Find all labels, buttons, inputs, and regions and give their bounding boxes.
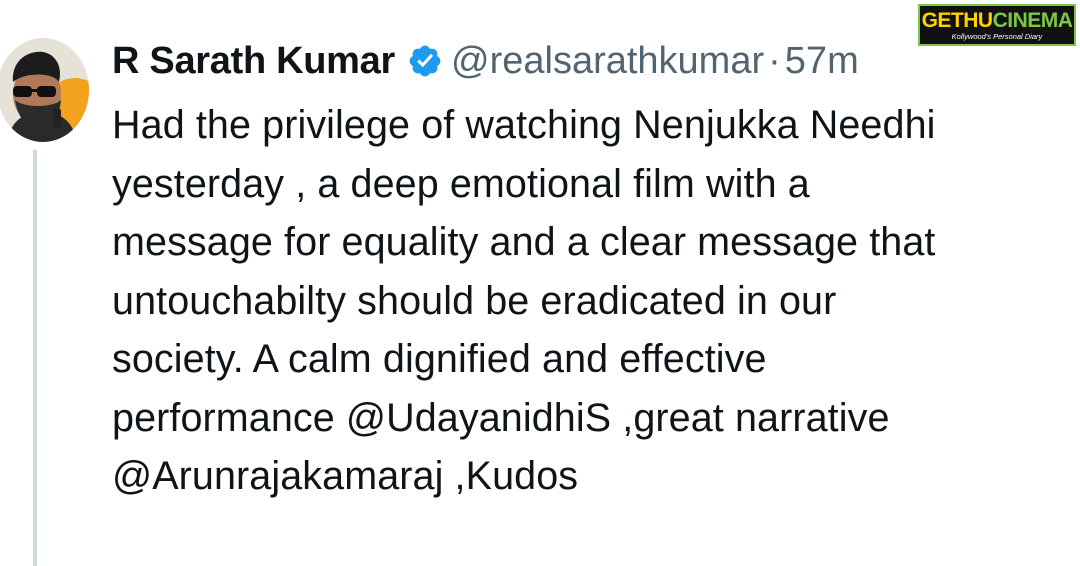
tweet-text: Had the privilege of watching Nenjukka N… — [112, 103, 936, 498]
watermark-brand: GETHUCINEMA — [921, 8, 1073, 32]
watermark-brand-part1: GETHU — [921, 8, 994, 32]
separator-dot: · — [768, 39, 781, 82]
user-handle[interactable]: @realsarathkumar — [451, 40, 764, 83]
tweet-header: R Sarath Kumar @realsarathkumar · 57m — [112, 36, 859, 86]
verified-badge-icon — [407, 43, 443, 79]
watermark-logo: GETHUCINEMA Kollywood's Personal Diary — [918, 4, 1076, 46]
avatar[interactable] — [0, 38, 89, 142]
watermark-tagline: Kollywood's Personal Diary — [951, 31, 1043, 41]
timestamp[interactable]: 57m — [785, 40, 859, 83]
watermark-brand-part2: CINEMA — [992, 8, 1073, 32]
avatar-image — [0, 38, 89, 142]
display-name[interactable]: R Sarath Kumar — [112, 40, 395, 83]
thread-line — [33, 150, 37, 566]
